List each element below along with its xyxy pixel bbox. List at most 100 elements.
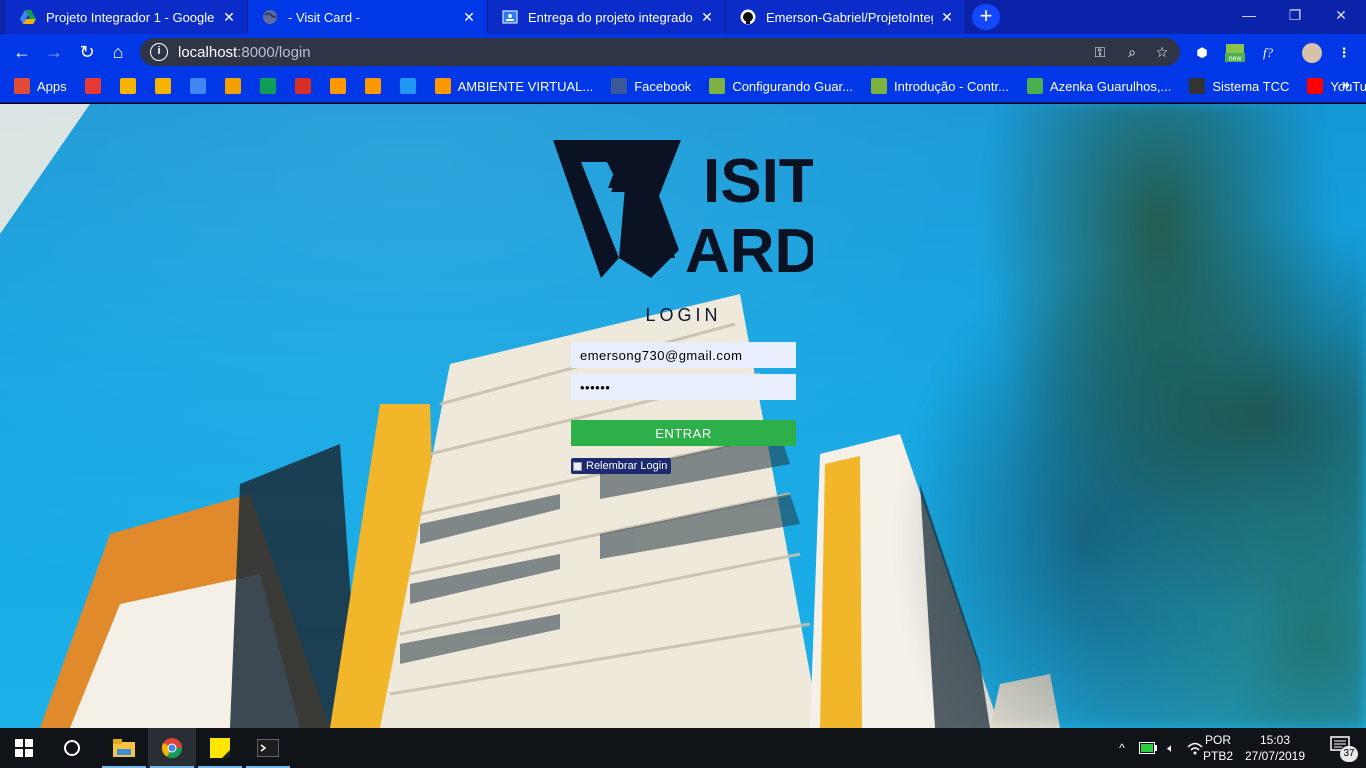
azenka-icon [1026,78,1043,94]
forward-arrow-icon[interactable]: → [42,41,66,63]
a-logo-icon [329,78,346,94]
remember-login-checkbox[interactable]: Relembrar Login [571,458,672,474]
bookmark-item[interactable] [289,70,324,103]
tray-chevron-icon[interactable]: ^ [1112,728,1132,768]
volume-icon[interactable]: 🔈︎ [1160,728,1182,768]
close-tab-icon[interactable]: ✕ [939,9,955,26]
bookmark-item[interactable] [114,70,149,103]
reload-icon[interactable]: ↻ [75,41,99,63]
bookmark-item[interactable]: Introdução - Contr... [865,70,1015,103]
tab-entrega-projeto[interactable]: Entrega do projeto integrador 1 ✕ [488,0,726,34]
language-code: POR [1204,733,1231,747]
bookmark-item[interactable] [359,70,394,103]
cube-extension-icon[interactable]: ⬢ [1192,43,1212,63]
gmail-m-icon [84,78,101,94]
key-icon[interactable]: ⚿ [1088,38,1112,66]
bookmark-item[interactable] [184,70,219,103]
tab-title: Emerson-Gabriel/ProjetoIntegrac [766,9,933,25]
formula-extension-icon[interactable]: f? [1258,43,1278,63]
notification-badge: 37 [1340,746,1358,762]
palm-leaves-background [846,104,1366,728]
restore-icon[interactable]: ❐ [1272,0,1318,34]
new-tab-button[interactable]: + [972,4,1000,30]
bookmark-label: AMBIENTE VIRTUAL... [457,78,594,94]
in-logo-icon [434,78,451,94]
home-icon[interactable]: ⌂ [106,41,130,63]
tab-title: Entrega do projeto integrador 1 [528,9,693,25]
puzzle-icon [224,78,241,94]
action-center-icon[interactable]: 37 [1330,736,1358,762]
sheets-icon [259,78,276,94]
youtube-icon [1307,78,1324,94]
close-tab-icon[interactable]: ✕ [461,9,477,26]
apps-grid-icon [14,78,30,94]
tab-google-drive[interactable]: Projeto Integrador 1 - Google Dr ✕ [6,0,248,34]
close-window-icon[interactable]: ✕ [1318,0,1364,34]
bookmarks-bar: Apps AMBIENTE VIRTUAL... Facebook Configura… [0,70,1366,103]
google-drive-icon [20,10,36,24]
translate-icon [189,78,206,94]
github-icon [740,9,756,25]
extension-badge: new [1229,56,1243,63]
keyboard-language[interactable]: POR PTB2 [1200,732,1236,764]
windows-start-icon[interactable] [0,728,48,768]
bookmark-item[interactable]: YouTube [1301,70,1366,103]
bookmark-label: Apps [37,78,67,94]
tab-visit-card[interactable]: - Visit Card - ✕ [248,0,488,34]
entrar-button[interactable]: ENTRAR [571,420,796,446]
url-host: localhost [178,43,238,61]
email-field[interactable] [571,342,796,368]
browser-toolbar: ← → ↻ ⌂ i localhost :8000/login ⚿ ⌕ ☆ ⬢ … [0,34,1366,70]
bookmark-label: Configurando Guar... [732,78,854,94]
close-tab-icon[interactable]: ✕ [699,9,715,26]
back-arrow-icon[interactable]: ← [10,41,34,63]
bookmark-item[interactable]: Facebook [605,70,697,103]
tab-github-repo[interactable]: Emerson-Gabriel/ProjetoIntegrac ✕ [726,0,966,34]
bookmark-item[interactable]: AMBIENTE VIRTUAL... [429,70,600,103]
bookmark-item[interactable] [254,70,289,103]
gmail-icon [294,78,311,94]
address-bar[interactable]: i localhost :8000/login ⚿ ⌕ ☆ [140,38,1180,66]
clock-date: 27/07/2019 [1244,749,1306,763]
chrome-taskbar-icon[interactable] [148,728,196,768]
checkbox-box[interactable] [573,461,582,471]
bookmark-item[interactable]: Apps [8,70,73,103]
tab-title: Projeto Integrador 1 - Google Dr [46,9,215,25]
bookmark-item[interactable] [394,70,429,103]
system-clock[interactable]: 15:03 27/07/2019 [1240,732,1310,764]
bookmark-label: Introdução - Contr... [894,78,1009,94]
calendar-extension-icon[interactable]: new [1224,43,1246,63]
bookmark-item[interactable]: Configurando Guar... [703,70,859,103]
crab-icon [399,78,416,94]
terminal-icon[interactable] [244,728,292,768]
bookmark-item[interactable]: Azenka Guarulhos,... [1021,70,1177,103]
bookmark-item[interactable] [79,70,114,103]
clock-time: 15:03 [1259,733,1291,747]
battery-icon[interactable] [1136,728,1160,768]
bookmark-item[interactable] [324,70,359,103]
bookmark-item[interactable]: Sistema TCC [1183,70,1295,103]
avatar[interactable] [1302,43,1322,63]
page-content: ISIT ARD LOGIN ENTRAR Relembrar Login [0,104,1366,728]
sticky-notes-icon[interactable] [196,728,244,768]
menu-dots-icon[interactable]: ⋮ [1334,43,1354,63]
password-field[interactable] [571,374,796,400]
file-explorer-icon[interactable] [100,728,148,768]
logo-line2: ARD [685,217,813,278]
login-title: LOGIN [645,305,722,325]
zoom-icon[interactable]: ⌕ [1120,38,1144,66]
close-tab-icon[interactable]: ✕ [221,9,237,26]
info-icon[interactable]: i [150,43,168,61]
url-path: :8000/login [237,43,311,61]
bookmarks-overflow-icon[interactable]: » [1342,76,1350,93]
browser-tab-strip: Projeto Integrador 1 - Google Dr ✕ - Vis… [0,0,1366,34]
tcc-icon [1189,78,1206,94]
bookmark-item[interactable] [149,70,184,103]
keyboard-layout: PTB2 [1202,749,1233,763]
logo-line1: ISIT [703,147,813,216]
minimize-icon[interactable]: — [1226,0,1272,34]
xbox-icon [871,78,888,94]
bookmark-item[interactable] [219,70,254,103]
bookmark-star-icon[interactable]: ☆ [1150,38,1174,66]
search-circle-icon[interactable] [48,728,96,768]
